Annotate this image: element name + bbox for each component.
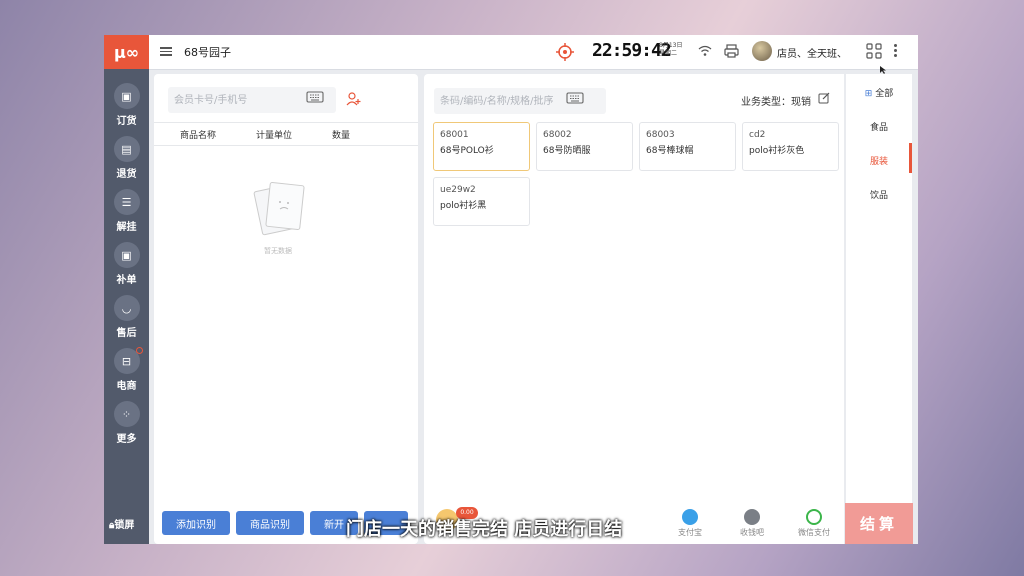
grid-apps-icon[interactable] (866, 43, 882, 59)
all-icon: ⊞ (864, 89, 873, 99)
product-name: 68号棒球帽 (646, 146, 694, 156)
product-code: 68001 (440, 130, 469, 140)
pay-label: 微信支付 (798, 528, 830, 537)
pay-label: 收钱吧 (740, 528, 764, 537)
product-card[interactable]: 68002 68号防晒服 (536, 122, 633, 171)
date: 8月13日 星期二 (659, 42, 682, 58)
wifi-icon[interactable] (698, 45, 712, 57)
business-type[interactable]: 业务类型：现销 (741, 93, 811, 108)
shouqianba-button[interactable]: 收钱吧 (732, 509, 772, 538)
wechat-icon (806, 509, 822, 525)
service-icon: ◡ (113, 295, 140, 321)
app-logo: µ∞ (104, 35, 149, 69)
product-panel: 业务类型：现销 68001 68号POLO衫 68002 68号防晒服 6800… (424, 74, 844, 544)
checkout-button[interactable]: 结算 (845, 503, 913, 544)
sidebar-item-label: 解挂 (116, 222, 137, 233)
target-icon[interactable] (556, 43, 574, 61)
category-label: 全部 (875, 89, 894, 99)
category-all[interactable]: ⊞ 全部 (846, 86, 912, 99)
sidebar-item-label: 补单 (116, 275, 137, 286)
add-recognition-button[interactable]: 添加识别 (162, 511, 230, 535)
sidebar-item-return[interactable]: ▤ 退货 (104, 136, 149, 186)
wechat-pay-button[interactable]: 微信支付 (794, 509, 834, 538)
shouqianba-icon (744, 509, 760, 525)
product-card[interactable]: cd2 polo衬衫灰色 (742, 122, 839, 171)
alipay-button[interactable]: 支付宝 (670, 509, 710, 538)
sidebar-item-label: 更多 (116, 434, 137, 445)
more-icon[interactable] (894, 43, 898, 59)
keyboard-icon[interactable] (306, 91, 324, 105)
alipay-icon (682, 509, 698, 525)
sidebar-item-ecommerce[interactable]: ⊟ 电商 (104, 347, 149, 398)
product-code: 68003 (646, 130, 675, 140)
empty-state-icon (253, 182, 305, 236)
printer-icon[interactable] (724, 44, 739, 58)
cart-panel: 商品名称 计量单位 数量 暂无数据 添加识别 商品识别 新开 (154, 74, 418, 544)
product-recognition-button[interactable]: 商品识别 (236, 511, 304, 535)
box-icon: ▤ (113, 136, 140, 162)
product-code: ue29w2 (440, 185, 476, 195)
category-food[interactable]: 食品 (846, 120, 912, 133)
keyboard-icon[interactable] (566, 92, 584, 106)
date-weekday: 星期二 (659, 50, 678, 57)
staff-info[interactable]: 店员、全天班、 (777, 45, 847, 60)
grid-icon: ⁘ (113, 401, 140, 427)
store-name: 68号园子 (184, 46, 231, 59)
add-member-icon[interactable] (346, 91, 362, 107)
column-header: 数量 (332, 131, 351, 141)
sidebar-item-label: 订货 (116, 116, 137, 127)
list-icon: ☰ (113, 189, 140, 215)
date-day: 8月13日 (659, 42, 683, 49)
sidebar: ▣ 订货 ▤ 退货 ☰ 解挂 ▣ 补单 ◡ 售后 ⊟ 电商 ⁘ 更多 🔒︎锁屏 (104, 69, 149, 544)
product-name: 68号POLO衫 (440, 146, 494, 156)
top-bar: µ∞ 68号园子 22:59:42 8月13日 星期二 店员、全天班、 (104, 35, 918, 70)
pos-window: µ∞ 68号园子 22:59:42 8月13日 星期二 店员、全天班、 ▣ 订货… (104, 35, 918, 544)
category-clothing[interactable]: 服装 (846, 154, 912, 167)
avatar[interactable] (752, 41, 772, 61)
sidebar-item-unhold[interactable]: ☰ 解挂 (104, 189, 149, 239)
shop-icon: ⊟ (113, 347, 143, 374)
calendar-plus-icon: ▣ (113, 242, 140, 268)
sidebar-item-label: 退货 (116, 169, 137, 180)
mouse-cursor-icon (880, 66, 886, 74)
pay-label: 支付宝 (678, 528, 702, 537)
column-header: 计量单位 (256, 131, 293, 141)
column-header: 商品名称 (180, 131, 217, 141)
calendar-icon: ▣ (113, 83, 140, 109)
sidebar-item-more[interactable]: ⁘ 更多 (104, 401, 149, 451)
sidebar-item-supplement[interactable]: ▣ 补单 (104, 242, 149, 292)
edit-icon[interactable] (818, 92, 830, 104)
sidebar-item-label: 电商 (116, 381, 137, 392)
product-name: 68号防晒服 (543, 146, 591, 156)
sidebar-item-label: 售后 (116, 328, 137, 339)
product-card[interactable]: 68001 68号POLO衫 (433, 122, 530, 171)
cart-table-header: 商品名称 计量单位 数量 (154, 122, 418, 146)
product-card[interactable]: 68003 68号棒球帽 (639, 122, 736, 171)
menu-icon[interactable] (160, 45, 172, 57)
empty-state-text: 暂无数据 (264, 247, 292, 255)
sidebar-item-aftersale[interactable]: ◡ 售后 (104, 295, 149, 345)
lock-screen-button[interactable]: 🔒︎锁屏 (109, 516, 134, 531)
product-name: polo衬衫黑 (440, 201, 487, 211)
video-subtitle: 门店一天的销售完结 店员进行日结 (346, 519, 623, 540)
product-card[interactable]: ue29w2 polo衬衫黑 (433, 177, 530, 226)
notification-dot (135, 347, 143, 354)
product-name: polo衬衫灰色 (749, 146, 805, 156)
category-drinks[interactable]: 饮品 (846, 188, 912, 201)
product-code: cd2 (749, 130, 766, 140)
category-active-marker (909, 143, 912, 173)
product-code: 68002 (543, 130, 572, 140)
category-panel: ⊞ 全部 食品 服装 饮品 (846, 74, 912, 504)
lock-label: 锁屏 (114, 520, 135, 531)
sidebar-item-order[interactable]: ▣ 订货 (104, 83, 149, 133)
